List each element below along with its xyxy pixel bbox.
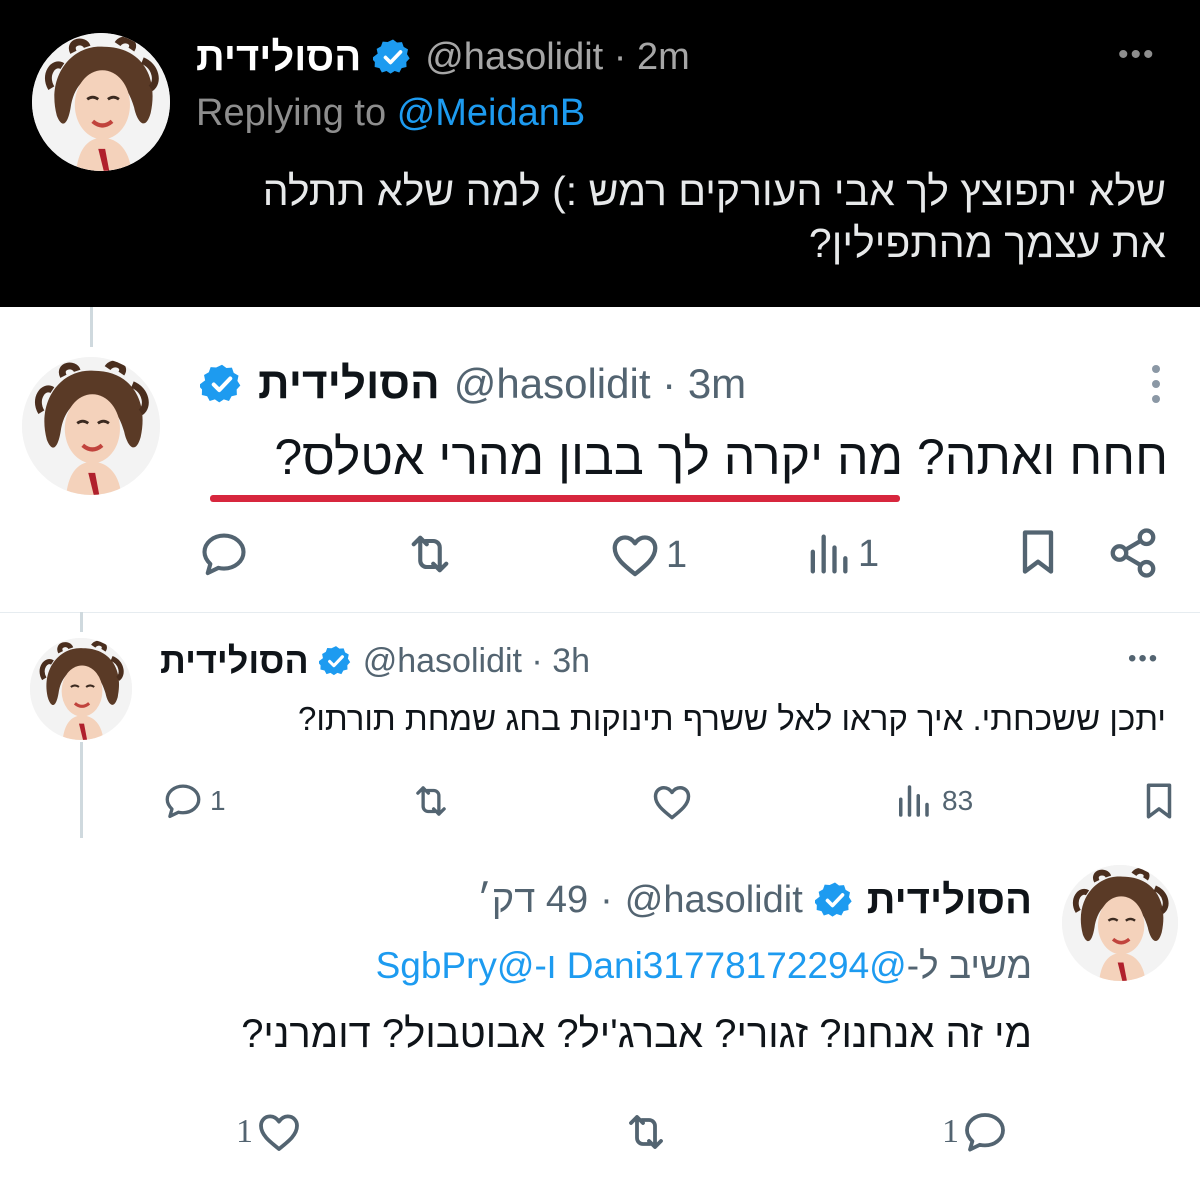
retweet-button[interactable] bbox=[410, 780, 452, 822]
avatar[interactable] bbox=[32, 33, 170, 171]
tweet-text-line: את עצמך מהתפילין? bbox=[808, 220, 1166, 266]
bookmark-icon bbox=[1138, 780, 1180, 822]
like-icon bbox=[650, 780, 694, 824]
bookmark-button[interactable] bbox=[1138, 780, 1180, 822]
share-button[interactable] bbox=[1106, 526, 1160, 580]
tweet-header: @hasolidit · 3m הסולידית bbox=[200, 352, 746, 416]
retweet-icon bbox=[410, 780, 452, 822]
red-underline bbox=[210, 495, 900, 502]
reply-icon bbox=[162, 780, 204, 822]
like-count: 1 bbox=[236, 1113, 253, 1150]
handle-time: @hasolidit · 3h bbox=[362, 641, 591, 680]
avatar[interactable] bbox=[30, 638, 132, 740]
display-name[interactable]: הסולידית bbox=[196, 35, 361, 80]
thread-line bbox=[80, 742, 83, 838]
retweet-icon bbox=[622, 1108, 670, 1156]
verified-badge-icon bbox=[200, 362, 244, 406]
tweet-header: הסולידית @hasolidit · 49 דק׳ bbox=[477, 877, 1032, 923]
view-count: 1 bbox=[858, 532, 880, 575]
bookmark-button[interactable] bbox=[1012, 526, 1064, 578]
divider bbox=[0, 612, 1200, 613]
like-button[interactable]: 1 bbox=[236, 1108, 303, 1156]
tweet-dark: הסולידית @hasolidit · 2m ••• Replying to… bbox=[0, 0, 1200, 307]
display-name[interactable]: הסולידית bbox=[867, 878, 1032, 923]
thread-line bbox=[80, 612, 83, 632]
reply-icon bbox=[198, 528, 250, 580]
retweet-button[interactable] bbox=[404, 528, 456, 580]
views-icon bbox=[802, 528, 854, 580]
verified-badge-icon bbox=[373, 37, 413, 77]
handle: @hasolidit bbox=[624, 878, 803, 921]
reply-count: 1 bbox=[210, 785, 226, 816]
replying-to: משיב ל-@Dani31778172294 ו-@SgbPry bbox=[376, 945, 1032, 987]
tweet-header: הסולידית @hasolidit · 2m bbox=[196, 28, 690, 86]
tweet-text: יתכן ששכחתי. איך קראו לאל ששרף תינוקות ב… bbox=[297, 700, 1166, 737]
like-button[interactable]: 1 bbox=[608, 528, 687, 582]
reply-button[interactable]: 1 bbox=[942, 1108, 1009, 1156]
share-icon bbox=[1106, 526, 1160, 580]
replying-mention[interactable]: @MeidanB bbox=[397, 92, 586, 134]
thread-line bbox=[90, 307, 93, 347]
views-icon bbox=[892, 780, 934, 822]
more-icon[interactable]: ••• bbox=[1118, 38, 1156, 72]
views-button[interactable]: 1 bbox=[802, 528, 879, 580]
tweet-text: שלא יתפוצץ לך אבי העורקים רמש :) למה שלא… bbox=[186, 165, 1166, 269]
like-icon bbox=[255, 1108, 303, 1156]
tweet-text: מי זה אנחנו? זגורי? אברג'יל? אבוטבול? דו… bbox=[241, 1012, 1032, 1056]
like-count: 1 bbox=[666, 533, 688, 576]
verified-badge-icon bbox=[319, 644, 353, 678]
more-icon[interactable]: ••• bbox=[1128, 645, 1159, 673]
retweet-icon bbox=[404, 528, 456, 580]
more-icon[interactable] bbox=[1146, 365, 1166, 403]
reply-button[interactable]: 1 bbox=[162, 780, 226, 822]
display-name[interactable]: הסולידית bbox=[258, 359, 440, 409]
views-button[interactable]: 83 bbox=[892, 780, 973, 822]
replying-prefix: Replying to bbox=[196, 92, 387, 134]
reply-icon bbox=[961, 1108, 1009, 1156]
handle-time: @hasolidit · 3m bbox=[453, 360, 747, 407]
display-name[interactable]: הסולידית bbox=[160, 640, 309, 682]
avatar[interactable] bbox=[1062, 865, 1178, 981]
retweet-button[interactable] bbox=[622, 1108, 670, 1156]
avatar[interactable] bbox=[22, 357, 160, 495]
tweet-text: חחח ואתה? מה יקרה לך בבון מהרי אטלס? bbox=[274, 429, 1168, 485]
tweet-header: הסולידית @hasolidit · 3h bbox=[160, 636, 590, 686]
replying-to: Replying to @MeidanB bbox=[196, 92, 585, 135]
like-button[interactable] bbox=[650, 780, 694, 824]
replying-mentions[interactable]: @Dani31778172294 ו-@SgbPry bbox=[376, 945, 907, 986]
like-icon bbox=[608, 528, 662, 582]
handle-time: @hasolidit · 2m bbox=[425, 35, 690, 78]
reply-button[interactable] bbox=[198, 528, 250, 580]
view-count: 83 bbox=[942, 785, 974, 816]
verified-badge-icon bbox=[815, 880, 855, 920]
tweet-time: 49 דק׳ bbox=[477, 878, 589, 921]
bookmark-icon bbox=[1012, 526, 1064, 578]
tweet-text-line: שלא יתפוצץ לך אבי העורקים רמש :) למה שלא… bbox=[262, 168, 1166, 214]
reply-count: 1 bbox=[942, 1113, 959, 1150]
replying-prefix: משיב ל- bbox=[906, 945, 1032, 986]
